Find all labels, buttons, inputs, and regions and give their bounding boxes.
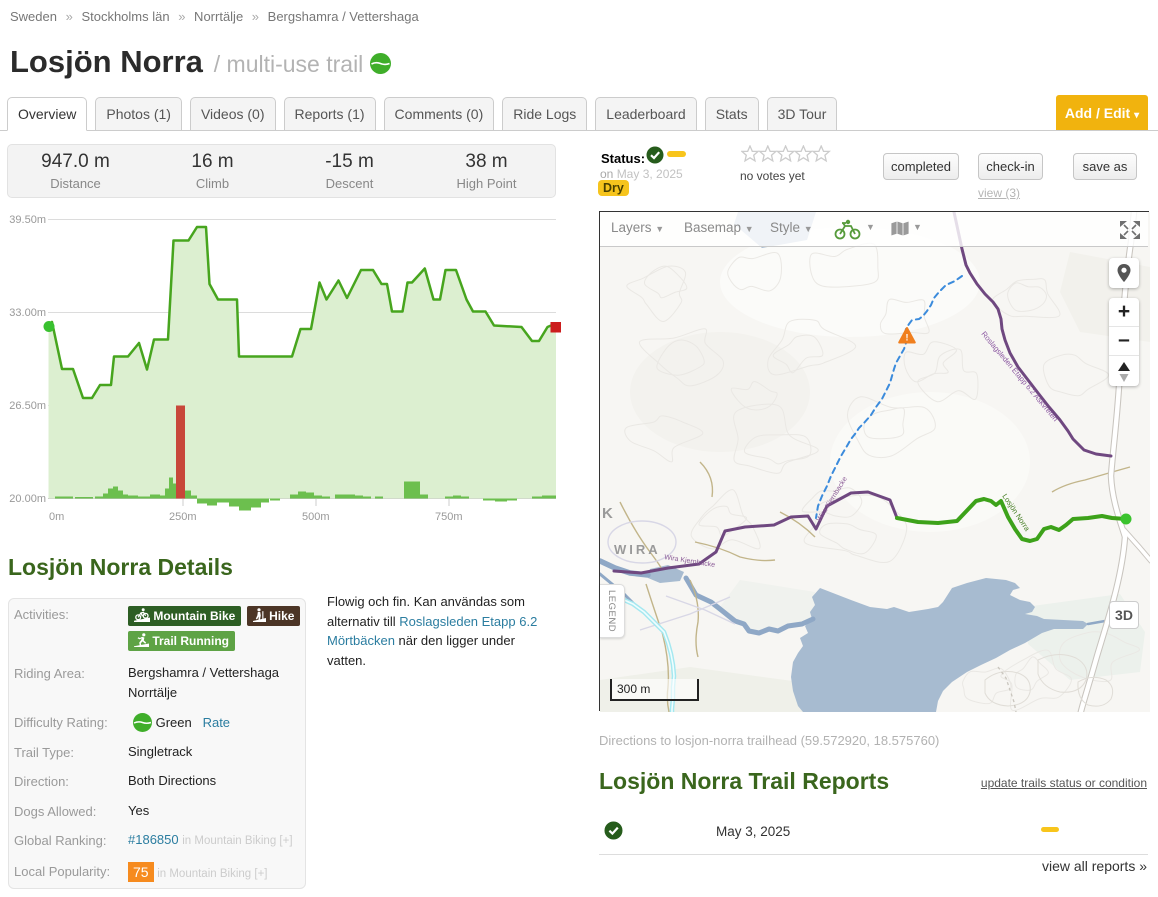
svg-text:WIRA: WIRA [614,542,661,557]
svg-text:39.50m: 39.50m [9,214,46,226]
svg-text:26.50m: 26.50m [9,400,46,412]
svg-text:750m: 750m [435,511,463,523]
svg-text:0m: 0m [49,511,64,523]
svg-text:!: ! [906,333,909,343]
svg-text:33.00m: 33.00m [9,307,46,319]
svg-text:20.00m: 20.00m [9,493,46,505]
svg-text:250m: 250m [169,511,197,523]
svg-text:K: K [602,505,613,522]
svg-text:500m: 500m [302,511,330,523]
